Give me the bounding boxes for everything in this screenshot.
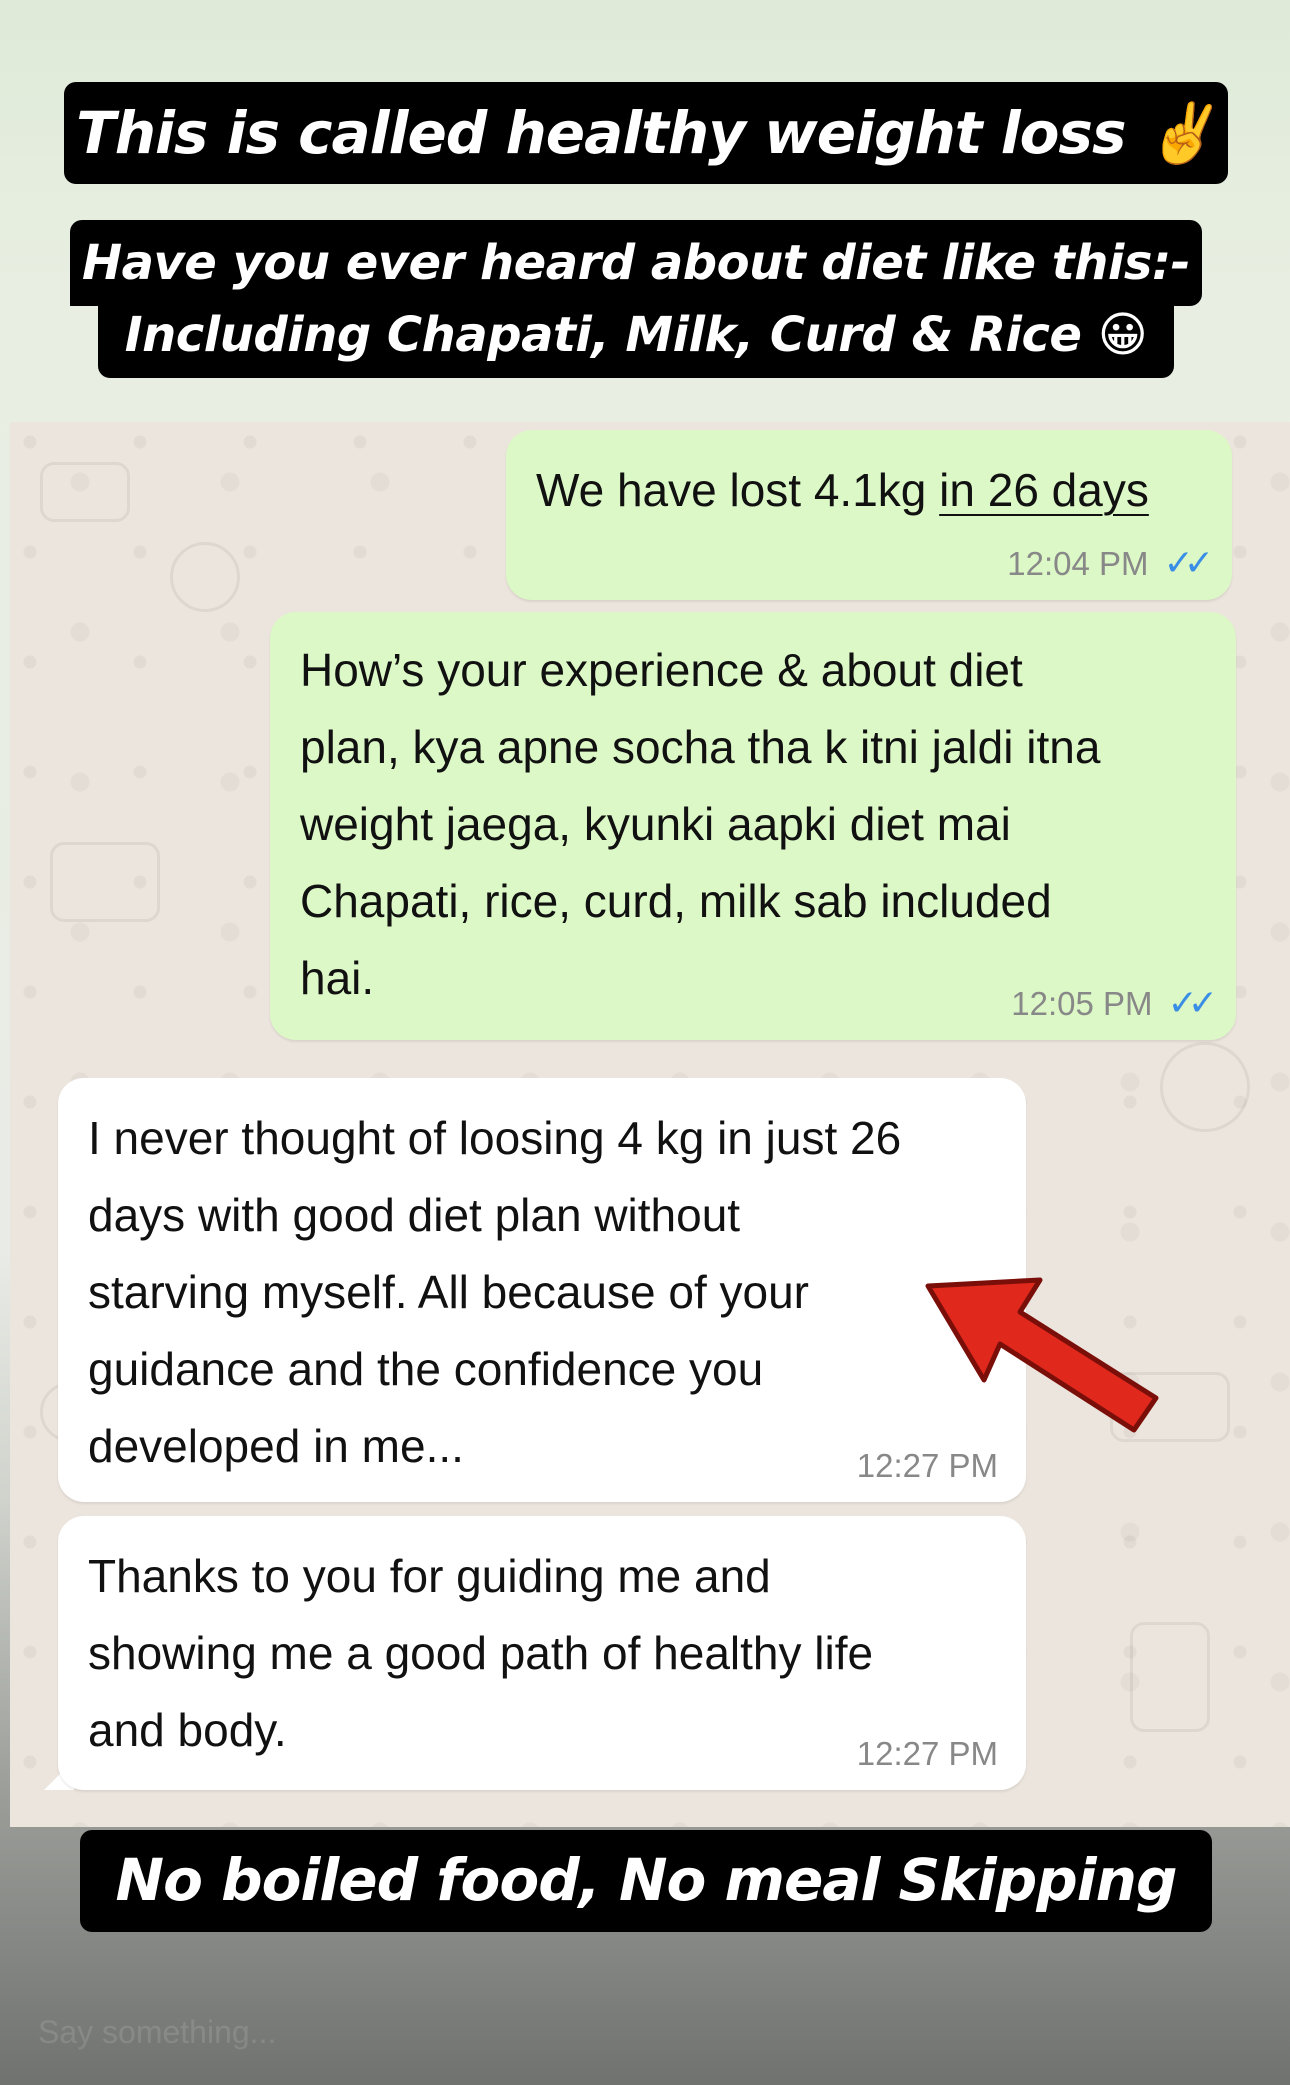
- wallpaper-doodle: [1130, 1622, 1210, 1732]
- message-meta: 12:04 PM ✓✓: [1007, 542, 1214, 584]
- message-time: 12:27 PM: [856, 1735, 998, 1772]
- message-text-part: We have lost 4.1kg: [536, 464, 940, 516]
- incoming-message-bubble[interactable]: Thanks to you for guiding me and showing…: [58, 1516, 1026, 1790]
- wallpaper-doodle: [170, 542, 240, 612]
- wallpaper-doodle: [1160, 1042, 1250, 1132]
- wallpaper-doodle: [50, 842, 160, 922]
- message-time: 12:04 PM: [1007, 545, 1149, 582]
- wallpaper-doodle: [40, 462, 130, 522]
- footer-banner: No boiled food, No meal Skipping: [80, 1830, 1212, 1932]
- message-time: 12:05 PM: [1011, 985, 1153, 1022]
- subheadline-text-2: Including Chapati, Milk, Curd & Rice 😀: [124, 307, 1148, 363]
- message-text: I never thought of loosing 4 kg in just …: [88, 1112, 902, 1472]
- footer-text: No boiled food, No meal Skipping: [115, 1846, 1178, 1914]
- read-receipt-icon: ✓✓: [1163, 542, 1214, 583]
- outgoing-message-bubble[interactable]: We have lost 4.1kg in 26 days 12:04 PM ✓…: [506, 430, 1232, 600]
- message-time: 12:27 PM: [856, 1447, 998, 1484]
- headline-text: This is called healthy weight loss ✌️: [76, 99, 1217, 167]
- red-arrow-icon: [925, 1277, 1159, 1433]
- message-meta: 12:05 PM ✓✓: [1011, 982, 1218, 1024]
- reply-input[interactable]: Say something...: [38, 2010, 738, 2054]
- headline-banner: This is called healthy weight loss ✌️: [64, 82, 1228, 184]
- message-text-underlined: in 26 days: [939, 464, 1149, 516]
- incoming-message-bubble[interactable]: I never thought of loosing 4 kg in just …: [58, 1078, 1026, 1502]
- subheadline-line-2: Including Chapati, Milk, Curd & Rice 😀: [98, 296, 1174, 378]
- message-text: How’s your experience & about diet plan,…: [300, 644, 1101, 1004]
- subheadline-text-1: Have you ever heard about diet like this…: [81, 235, 1191, 291]
- message-text: We have lost 4.1kg in 26 days: [536, 452, 1202, 529]
- outgoing-message-bubble[interactable]: How’s your experience & about diet plan,…: [270, 612, 1236, 1040]
- subheadline-line-1: Have you ever heard about diet like this…: [70, 220, 1202, 306]
- read-receipt-icon: ✓✓: [1167, 982, 1218, 1023]
